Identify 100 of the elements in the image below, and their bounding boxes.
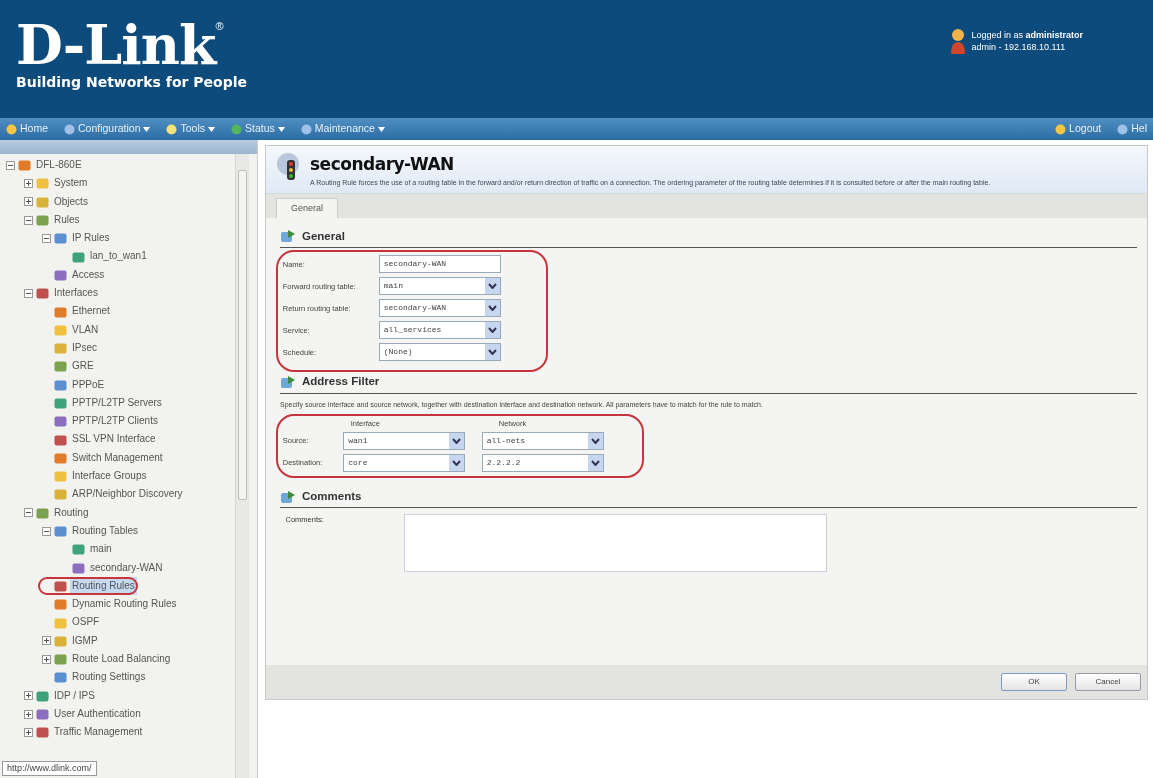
tree-node-icon [54, 634, 67, 647]
menu-icon [6, 123, 17, 135]
tree-node-icon [54, 433, 67, 446]
collapse-toggle[interactable] [24, 508, 33, 518]
tree-item[interactable]: User Authentication [52, 704, 143, 724]
tree-item[interactable]: Routing Settings [70, 668, 148, 687]
tree-item[interactable]: Access [70, 265, 107, 285]
tree-node-icon [54, 525, 67, 538]
menu-item[interactable]: Tools [166, 121, 215, 137]
menu-icon [231, 123, 242, 135]
tree-item[interactable]: IPsec [70, 338, 99, 358]
tree-node-icon [54, 232, 67, 245]
dropdown-field[interactable]: core [343, 454, 466, 472]
tree-item[interactable]: Routing Tables [70, 521, 140, 541]
tab[interactable]: General [276, 197, 339, 218]
tree-item[interactable]: PPTP/L2TP Servers [70, 393, 164, 413]
menu-item[interactable]: Configuration [64, 121, 151, 137]
dropdown-field[interactable]: 2.2.2.2 [481, 454, 604, 472]
tree-node-icon [36, 506, 49, 519]
tree-item[interactable]: Rules [52, 210, 82, 230]
tree-item[interactable]: Traffic Management [52, 723, 145, 742]
tree-item[interactable]: lan_to_wan1 [88, 247, 149, 266]
tree-item[interactable]: DFL-860E [34, 156, 84, 175]
tree-item[interactable]: Routing [52, 503, 91, 522]
menu-icon [1055, 123, 1067, 135]
menu-icon [1117, 123, 1129, 135]
tree-item[interactable]: IP Rules [70, 229, 112, 248]
dropdown-field[interactable]: all_services [378, 321, 501, 340]
tree-item[interactable]: VLAN [70, 320, 101, 339]
menu-item[interactable]: Home [6, 121, 48, 137]
tree-node-icon [54, 671, 67, 684]
dropdown-field[interactable]: wan1 [343, 432, 466, 450]
scrollbar[interactable] [235, 154, 249, 778]
tree-item[interactable]: Switch Management [70, 448, 165, 468]
traffic-light-icon [276, 152, 302, 180]
dropdown-field[interactable]: all-nets [481, 432, 604, 450]
tree-item[interactable]: GRE [70, 357, 96, 376]
tree-item[interactable]: IDP / IPS [52, 686, 97, 705]
tree-node-icon [54, 579, 67, 592]
expand-toggle[interactable] [42, 654, 51, 664]
tree-node-icon [36, 708, 49, 721]
tree-node-icon [54, 305, 67, 318]
page-title: secondary-WAN [310, 153, 455, 176]
collapse-toggle[interactable] [42, 526, 51, 536]
collapse-toggle[interactable] [24, 215, 33, 225]
menu-icon [300, 123, 312, 135]
tree-node-icon [36, 726, 49, 739]
chevron-down-icon [487, 305, 497, 312]
tree-item[interactable]: Dynamic Routing Rules [70, 595, 179, 614]
section-arrow-icon [280, 489, 296, 504]
tree-node-icon [54, 616, 67, 629]
tree-item[interactable]: OSPF [70, 613, 102, 632]
expand-toggle[interactable] [42, 636, 51, 646]
tree-node-icon [54, 268, 67, 281]
tree-node-icon [54, 342, 67, 355]
ok-button[interactable]: OK [1001, 673, 1067, 691]
collapse-toggle[interactable] [24, 288, 33, 298]
expand-toggle[interactable] [24, 727, 33, 737]
cancel-button[interactable]: Cancel [1075, 673, 1141, 691]
tree-item[interactable]: Route Load Balancing [70, 650, 173, 669]
tree-item[interactable]: ARP/Neighbor Discovery [70, 485, 185, 504]
tree-item[interactable]: PPPoE [70, 375, 107, 394]
text-field[interactable]: secondary-WAN [378, 255, 501, 274]
expand-toggle[interactable] [24, 691, 33, 701]
tree-item[interactable]: Ethernet [70, 302, 112, 321]
menu-item[interactable]: Hel [1117, 121, 1147, 137]
tree-item[interactable]: PPTP/L2TP Clients [70, 412, 160, 431]
expand-toggle[interactable] [24, 178, 33, 188]
tree-item[interactable]: main [88, 540, 114, 559]
tree-node-icon [72, 561, 85, 574]
menu-item[interactable]: Status [231, 121, 285, 137]
user-avatar-icon [949, 28, 966, 54]
logo-text: D-Link [16, 18, 216, 72]
status-url: http://www.dlink.com/ [2, 760, 97, 776]
tree-node-icon [36, 214, 49, 227]
comments-field[interactable] [403, 513, 827, 572]
tree-node-icon [54, 397, 67, 409]
expand-toggle[interactable] [24, 197, 33, 207]
dropdown-field[interactable]: (None) [378, 343, 501, 362]
section-arrow-icon [280, 229, 296, 244]
tree-item[interactable]: Objects [52, 192, 90, 211]
dropdown-field[interactable]: secondary-WAN [378, 299, 501, 318]
menu-item[interactable]: Maintenance [300, 121, 385, 137]
expand-toggle[interactable] [24, 709, 33, 719]
tree-item[interactable]: SSL VPN Interface [70, 430, 158, 449]
collapse-toggle[interactable] [42, 233, 51, 243]
tree-node-icon [54, 451, 67, 464]
menu-item[interactable]: Logout [1055, 121, 1102, 137]
chevron-down-icon [590, 460, 600, 466]
tree-item[interactable]: Interface Groups [70, 467, 149, 486]
dropdown-field[interactable]: main [378, 277, 501, 296]
tree-item[interactable]: IGMP [70, 631, 100, 650]
tree-item[interactable]: Interfaces [52, 284, 100, 303]
tree-node-icon [36, 689, 49, 702]
tree-node-icon [54, 598, 67, 611]
section-title: Comments [302, 489, 362, 504]
tree-item[interactable]: secondary-WAN [88, 558, 165, 577]
chevron-down-icon [590, 438, 600, 444]
tree-item[interactable]: System [52, 174, 90, 193]
collapse-toggle[interactable] [6, 160, 15, 170]
